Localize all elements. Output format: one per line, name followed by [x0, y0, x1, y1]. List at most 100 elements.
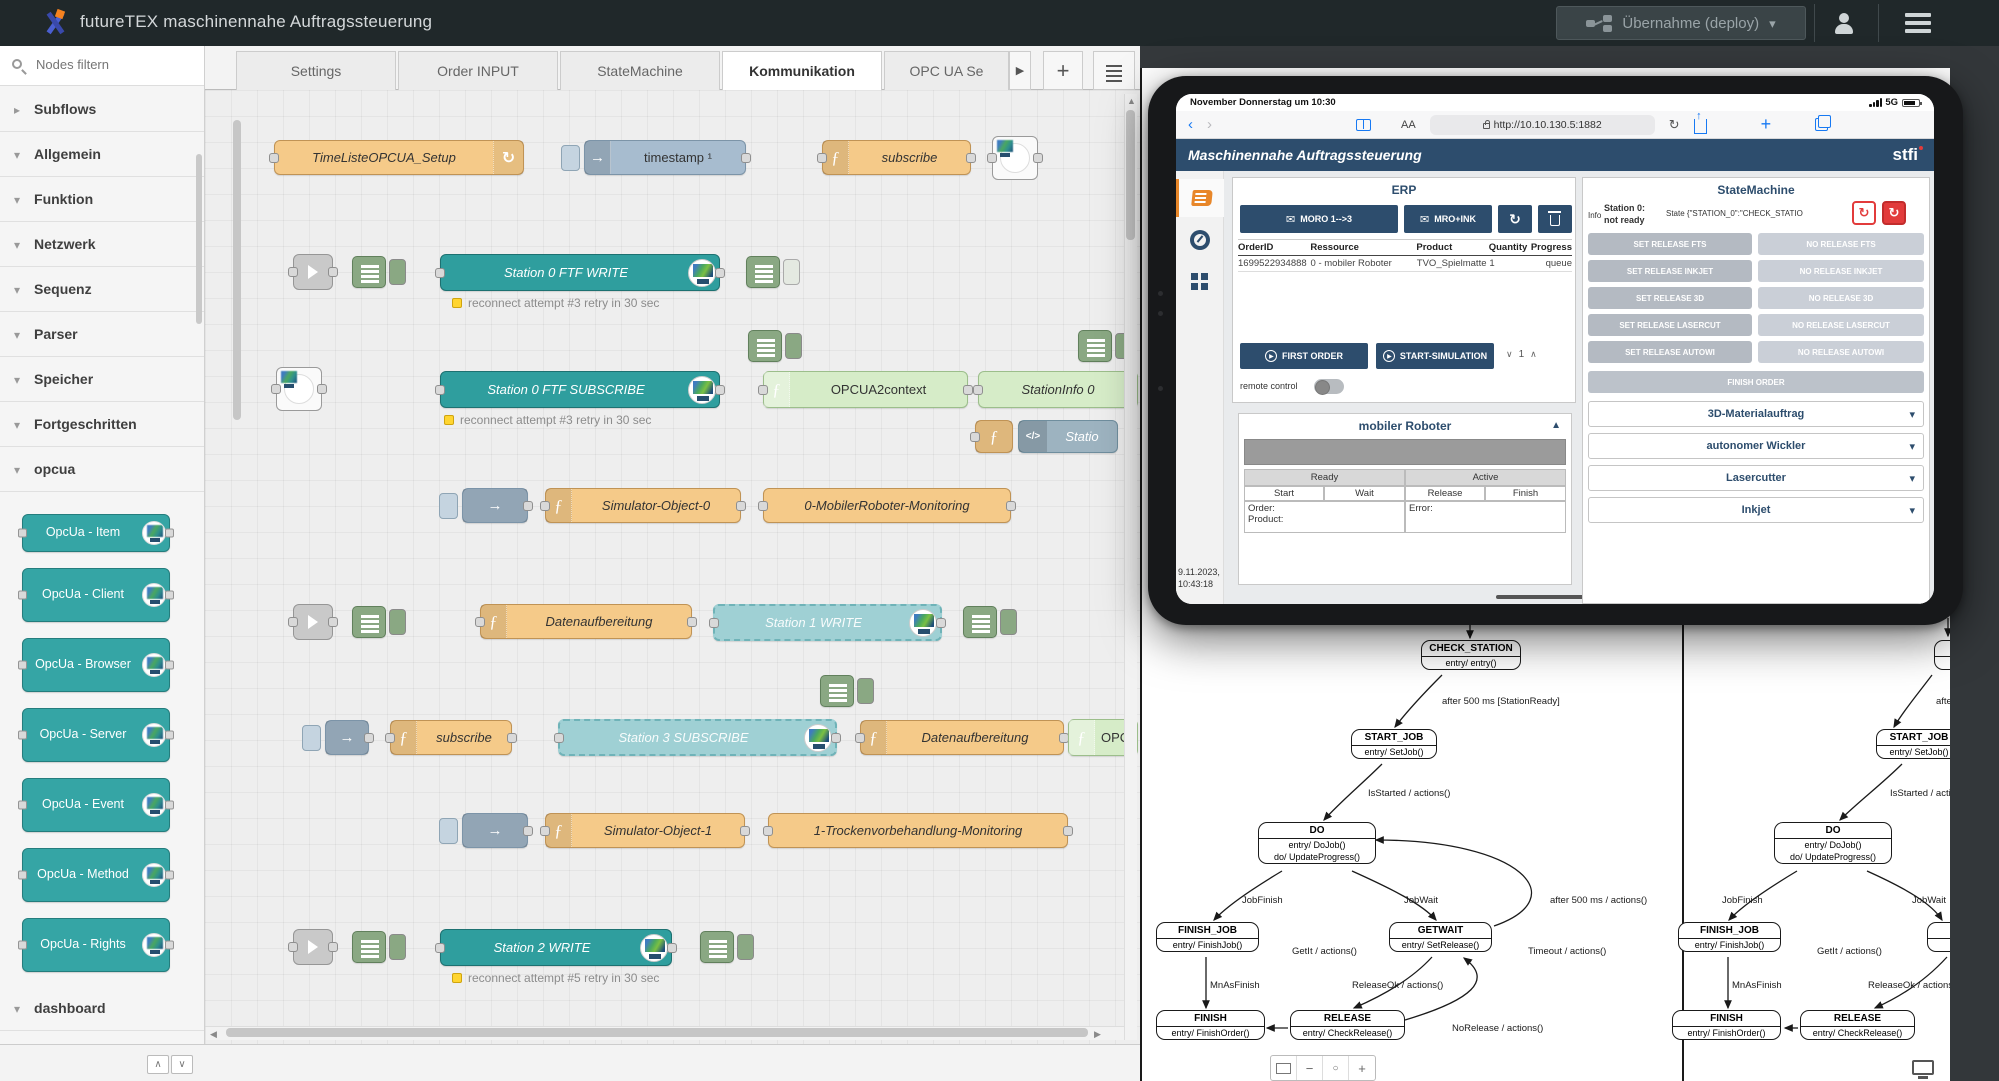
palette-category-parser[interactable]: Parser — [0, 312, 204, 357]
share-icon[interactable] — [1694, 119, 1707, 134]
palette-category-dashboard[interactable]: dashboard — [0, 986, 204, 1031]
zoom-in-icon[interactable] — [1349, 1056, 1375, 1080]
tab-scroll-right-button[interactable] — [1009, 51, 1031, 90]
debug-toggle[interactable] — [389, 609, 406, 635]
canvas-hscroll-thumb[interactable] — [226, 1028, 1088, 1037]
dropdown-inkjet[interactable]: Inkjet — [1588, 497, 1924, 523]
node-inject[interactable] — [462, 813, 528, 848]
node-datenaufbereitung-1[interactable]: Datenaufbereitung — [480, 604, 692, 639]
zoom-reset-icon[interactable] — [1323, 1056, 1349, 1080]
palette-category-allgemein[interactable]: Allgemein — [0, 132, 204, 177]
scroll-up-icon[interactable]: ▲ — [1127, 96, 1136, 106]
collapse-palette-button[interactable]: ∧ — [147, 1055, 169, 1074]
debug-toggle[interactable] — [737, 934, 754, 960]
node-opcua2context[interactable]: OPCUA2context — [763, 371, 968, 408]
palette-search[interactable] — [0, 46, 204, 86]
new-tab-icon[interactable]: + — [1761, 114, 1772, 135]
palette-scrollbar[interactable] — [196, 154, 202, 324]
reader-button[interactable]: AA — [1401, 119, 1416, 131]
palette-category-opcua[interactable]: opcua — [0, 447, 204, 492]
node-simulator-object-0[interactable]: Simulator-Object-0 — [545, 488, 741, 523]
debug-toggle[interactable] — [857, 678, 874, 704]
bookmarks-icon[interactable] — [1356, 119, 1371, 131]
node-debug[interactable] — [748, 330, 802, 362]
finish-order-button[interactable]: FINISH ORDER — [1588, 371, 1924, 393]
node-station0-ftf-write[interactable]: Station 0 FTF WRITE — [440, 254, 720, 291]
address-bar[interactable]: http://10.10.130.5:1882 — [1430, 115, 1655, 135]
node-opcua-item[interactable] — [992, 136, 1038, 180]
tab-statemachine[interactable]: StateMachine — [560, 51, 720, 90]
set-release-inkjet-button[interactable]: SET RELEASE INKJET — [1588, 260, 1752, 282]
palette-node-opcua-method[interactable]: OpcUa - Method — [22, 848, 170, 902]
node-function-small[interactable] — [975, 420, 1013, 453]
deploy-caret-icon[interactable] — [1769, 15, 1776, 32]
diagram-zoom-controls[interactable] — [1270, 1055, 1376, 1081]
sidebar-item-orders[interactable] — [1176, 179, 1224, 217]
debug-toggle[interactable] — [783, 259, 800, 285]
user-button[interactable] — [1822, 4, 1866, 42]
forward-icon[interactable]: › — [1207, 116, 1212, 133]
moro-button[interactable]: MORO 1-->3 — [1240, 205, 1398, 233]
canvas-vscroll-thumb[interactable] — [1126, 110, 1135, 240]
collapse-caret-icon[interactable]: ▲ — [1551, 420, 1561, 431]
node-stationinfo-0[interactable]: StationInfo 0 — [978, 371, 1138, 408]
palette-category-subflows[interactable]: Subflows — [0, 87, 204, 132]
node-debug[interactable] — [963, 606, 1017, 638]
reset-button-outline[interactable]: ↻ — [1852, 201, 1876, 225]
tab-order-input[interactable]: Order INPUT — [398, 51, 558, 90]
node-debug[interactable] — [746, 256, 800, 288]
set-release-fts-button[interactable]: SET RELEASE FTS — [1588, 233, 1752, 255]
deploy-button[interactable]: Übernahme (deploy) — [1556, 6, 1806, 40]
node-opcua-client[interactable] — [276, 367, 322, 411]
add-flow-button[interactable] — [1043, 51, 1083, 90]
set-release-lasercut-button[interactable]: SET RELEASE LASERCUT — [1588, 314, 1752, 336]
delete-button[interactable] — [1538, 205, 1572, 233]
palette-node-opcua-client[interactable]: OpcUa - Client — [22, 568, 170, 622]
palette-node-opcua-browser[interactable]: OpcUa - Browser — [22, 638, 170, 692]
zoom-out-icon[interactable] — [1297, 1056, 1323, 1080]
sidebar-item-grid[interactable] — [1176, 263, 1224, 301]
stepper-up-icon[interactable]: ∧ — [1530, 349, 1537, 360]
node-json[interactable] — [352, 606, 406, 638]
reset-button-solid[interactable]: ↻ — [1882, 201, 1906, 225]
dropdown-autonomer-wickler[interactable]: autonomer Wickler — [1588, 433, 1924, 459]
stepper-down-icon[interactable]: ∨ — [1506, 349, 1513, 360]
table-row[interactable]: 16995229348880 - mobiler RoboterTVO_Spie… — [1238, 256, 1572, 272]
remote-control-toggle[interactable] — [1314, 379, 1344, 394]
inject-button[interactable] — [439, 818, 458, 844]
scroll-left-icon[interactable]: ◀ — [210, 1029, 217, 1040]
node-function-subscribe[interactable]: subscribe — [822, 140, 971, 175]
node-template-station[interactable]: Statio — [1018, 420, 1118, 453]
node-simulator-object-1[interactable]: Simulator-Object-1 — [545, 813, 745, 848]
dropdown-3d-materialauftrag[interactable]: 3D-Materialauftrag — [1588, 401, 1924, 427]
node-function-subscribe-s1[interactable]: subscribe — [390, 720, 512, 755]
palette-category-fortgeschritten[interactable]: Fortgeschritten — [0, 402, 204, 447]
flow-canvas[interactable] — [205, 90, 1140, 1044]
debug-toggle[interactable] — [389, 259, 406, 285]
back-icon[interactable]: ‹ — [1188, 116, 1193, 133]
node-inject[interactable] — [325, 720, 369, 755]
no-release-fts-button[interactable]: NO RELEASE FTS — [1758, 233, 1924, 255]
palette-category-netzwerk[interactable]: Netzwerk — [0, 222, 204, 267]
node-datenaufbereitung-2[interactable]: Datenaufbereitung — [860, 720, 1064, 755]
node-json[interactable] — [352, 931, 406, 963]
first-order-button[interactable]: FIRST ORDER — [1240, 343, 1368, 369]
node-station3-subscribe[interactable]: Station 3 SUBSCRIBE — [558, 719, 837, 756]
palette-node-opcua-event[interactable]: OpcUa - Event — [22, 778, 170, 832]
node-json[interactable] — [352, 256, 406, 288]
node-link-in[interactable] — [293, 254, 333, 290]
node-station1-write[interactable]: Station 1 WRITE — [713, 604, 942, 641]
no-release-inkjet-button[interactable]: NO RELEASE INKJET — [1758, 260, 1924, 282]
tabs-icon[interactable] — [1815, 118, 1828, 131]
debug-toggle[interactable] — [389, 934, 406, 960]
node-inject-timestamp[interactable]: timestamp ¹ — [584, 140, 746, 175]
debug-toggle[interactable] — [1000, 609, 1017, 635]
reload-icon[interactable]: ↻ — [1669, 117, 1680, 133]
search-input[interactable] — [36, 57, 186, 72]
node-link-in[interactable] — [293, 929, 333, 965]
inject-button[interactable] — [561, 145, 580, 171]
start-simulation-button[interactable]: START-SIMULATION — [1376, 343, 1494, 369]
inject-button[interactable] — [439, 493, 458, 519]
node-link-in[interactable] — [293, 604, 333, 640]
node-mobilerroboter-monitoring[interactable]: 0-MobilerRoboter-Monitoring — [763, 488, 1011, 523]
